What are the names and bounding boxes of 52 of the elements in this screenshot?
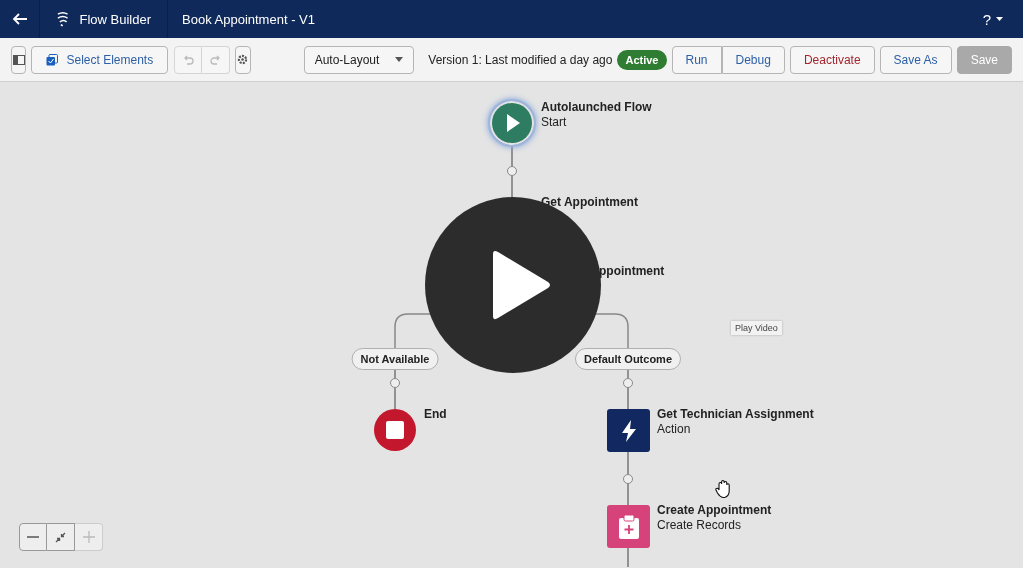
- outcome-label: Not Available: [351, 348, 439, 370]
- select-elements-button[interactable]: Select Elements: [31, 45, 169, 74]
- connector-line: [627, 451, 629, 506]
- app-name: Flow Builder: [79, 11, 151, 27]
- select-icon: [46, 53, 59, 66]
- tooltip: Play Video: [731, 321, 782, 335]
- zoom-out-button[interactable]: [19, 523, 47, 551]
- connector-line: [627, 369, 629, 410]
- caret-icon: [996, 17, 1003, 21]
- outcome-label: Default Outcome: [575, 348, 681, 370]
- connector-line: [394, 369, 396, 410]
- start-node[interactable]: [490, 101, 534, 145]
- clipboard-plus-icon: [617, 513, 640, 540]
- connector-dot: [623, 378, 633, 388]
- settings-icon: [236, 53, 250, 66]
- status-badge: Active: [617, 49, 667, 70]
- node-title: Get Technician Assignment: [657, 407, 814, 422]
- end-node[interactable]: [374, 409, 416, 451]
- connector-dot: [623, 474, 633, 484]
- collapse-arrows-icon: [55, 531, 66, 543]
- lightning-icon: [619, 418, 638, 443]
- create-records-node[interactable]: [607, 505, 650, 548]
- toggle-panel-button[interactable]: [11, 45, 27, 74]
- connector-dot: [507, 166, 517, 176]
- connector-line: [627, 547, 629, 567]
- action-node[interactable]: [607, 409, 650, 452]
- version-info: Version 1: Last modified a day ago: [428, 52, 613, 67]
- connector-dot: [390, 378, 400, 388]
- caret-icon: [395, 57, 404, 62]
- minus-icon: [27, 536, 39, 538]
- toolbar-button[interactable]: Deactivate: [789, 45, 875, 74]
- node-title: End: [424, 407, 447, 422]
- flow-title: Book Appointment - V1: [181, 11, 316, 27]
- fit-view-button[interactable]: [47, 523, 75, 551]
- layout-dropdown[interactable]: Auto-Layout: [303, 45, 415, 74]
- flow-logo-icon: [56, 11, 70, 27]
- plus-icon: [82, 531, 95, 543]
- panel-icon: [12, 54, 25, 65]
- back-arrow-icon: [11, 13, 28, 25]
- toolbar-button[interactable]: Save As: [879, 45, 952, 74]
- toolbar-button[interactable]: Run: [671, 45, 722, 74]
- undo-icon: [182, 53, 195, 66]
- settings-button[interactable]: [235, 45, 251, 74]
- node-type-label: Action: [657, 422, 692, 437]
- toolbar-button[interactable]: Debug: [721, 45, 785, 74]
- node-title: Autolaunched Flow: [541, 100, 652, 115]
- help-menu-button[interactable]: ?: [976, 9, 1009, 29]
- redo-icon: [209, 53, 222, 66]
- node-title: ppointment: [599, 264, 665, 279]
- node-title: Create Appointment: [657, 503, 772, 518]
- node-type-label: Start: [541, 115, 568, 130]
- node-type-label: Create Records: [657, 518, 743, 533]
